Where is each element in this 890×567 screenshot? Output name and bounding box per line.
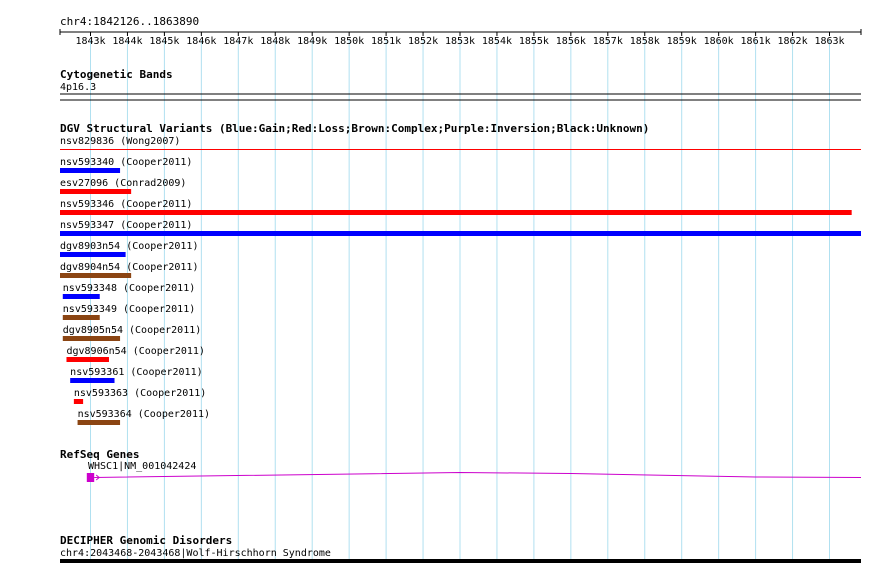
decipher-entry-label[interactable]: chr4:2043468-2043468|Wolf-Hirschhorn Syn… xyxy=(60,548,331,559)
dgv-feature-label[interactable]: nsv593340 (Cooper2011) xyxy=(60,157,192,168)
dgv-feature-bar[interactable] xyxy=(62,294,100,299)
dgv-feature-label[interactable]: dgv8905n54 (Cooper2011) xyxy=(63,325,201,336)
dgv-feature-label[interactable]: nsv593364 (Cooper2011) xyxy=(78,409,210,420)
dgv-feature-bar[interactable] xyxy=(77,420,121,425)
dgv-feature-bar[interactable] xyxy=(60,168,121,173)
ruler-tick-label: 1857k xyxy=(593,36,623,47)
dgv-feature-bar[interactable] xyxy=(73,399,84,404)
ruler-tick-label: 1848k xyxy=(260,36,290,47)
ruler-tick-label: 1843k xyxy=(75,36,105,47)
dgv-feature-bar[interactable] xyxy=(66,357,109,362)
ruler-tick-label: 1850k xyxy=(334,36,364,47)
dgv-feature-bar[interactable] xyxy=(62,336,121,341)
dgv-feature-label[interactable]: dgv8903n54 (Cooper2011) xyxy=(60,241,198,252)
ruler: 1843k 1844k 1845k 1846k 1847k 1848k 1849k 1850k… xyxy=(59,29,862,47)
ruler-tick-label: 1851k xyxy=(371,36,401,47)
refseq-track-title: RefSeq Genes xyxy=(60,448,139,461)
dgv-feature-label[interactable]: nsv593348 (Cooper2011) xyxy=(63,283,195,294)
dgv-feature-bar[interactable] xyxy=(60,210,852,215)
ruler-tick-label: 1847k xyxy=(223,36,253,47)
ruler-tick-label: 1852k xyxy=(408,36,438,47)
dgv-feature-label[interactable]: dgv8906n54 (Cooper2011) xyxy=(66,346,204,357)
ruler-tick-label: 1858k xyxy=(630,36,660,47)
dgv-feature-bar[interactable] xyxy=(60,189,132,194)
decipher-bar[interactable] xyxy=(60,559,861,563)
dgv-feature-bar[interactable] xyxy=(62,315,100,320)
decipher-track-title: DECIPHER Genomic Disorders xyxy=(60,534,232,547)
ruler-tick-label: 1849k xyxy=(297,36,327,47)
dgv-feature-bar[interactable] xyxy=(60,231,861,236)
ruler-title: chr4:1842126..1863890 xyxy=(60,15,199,28)
dgv-feature-label[interactable]: nsv593361 (Cooper2011) xyxy=(70,367,202,378)
dgv-feature-label[interactable]: nsv593363 (Cooper2011) xyxy=(74,388,206,399)
dgv-feature-bar[interactable] xyxy=(60,273,132,278)
gridlines xyxy=(90,40,830,560)
ruler-tick-label: 1853k xyxy=(445,36,475,47)
dgv-feature-bar[interactable] xyxy=(60,252,126,257)
ruler-tick-label: 1854k xyxy=(482,36,512,47)
refseq-gene-model[interactable] xyxy=(86,471,862,483)
ruler-tick-label: 1861k xyxy=(741,36,771,47)
dgv-feature-label[interactable]: esv27096 (Conrad2009) xyxy=(60,178,186,189)
ruler-tick-label: 1863k xyxy=(814,36,844,47)
dgv-feature-label[interactable]: nsv593349 (Cooper2011) xyxy=(63,304,195,315)
dgv-track-title: DGV Structural Variants (Blue:Gain;Red:L… xyxy=(60,122,649,135)
ruler-tick-label: 1844k xyxy=(112,36,142,47)
dgv-feature-label[interactable]: nsv829836 (Wong2007) xyxy=(60,136,180,147)
ruler-tick-label: 1860k xyxy=(704,36,734,47)
refseq-exon[interactable] xyxy=(86,473,95,482)
ruler-tick-label: 1846k xyxy=(186,36,216,47)
ruler-tick-label: 1856k xyxy=(556,36,586,47)
dgv-feature-bar[interactable] xyxy=(70,378,115,383)
dgv-feature-label[interactable]: nsv593346 (Cooper2011) xyxy=(60,199,192,210)
refseq-intron-line[interactable] xyxy=(94,471,862,478)
ruler-tick-label: 1855k xyxy=(519,36,549,47)
genome-browser-canvas: chr4:1842126..1863890 1843k 1844k 1845k 184… xyxy=(59,15,862,563)
dgv-feature-label[interactable]: dgv8904n54 (Cooper2011) xyxy=(60,262,198,273)
ruler-tick-label: 1862k xyxy=(777,36,807,47)
ruler-tick-label: 1845k xyxy=(149,36,179,47)
ruler-tick-label: 1859k xyxy=(667,36,697,47)
cytoband-label[interactable]: 4p16.3 xyxy=(60,82,96,93)
refseq-gene-label[interactable]: WHSC1|NM_001042424 xyxy=(88,461,196,472)
dgv-feature-label[interactable]: nsv593347 (Cooper2011) xyxy=(60,220,192,231)
cytoband-track-title: Cytogenetic Bands xyxy=(60,68,173,81)
